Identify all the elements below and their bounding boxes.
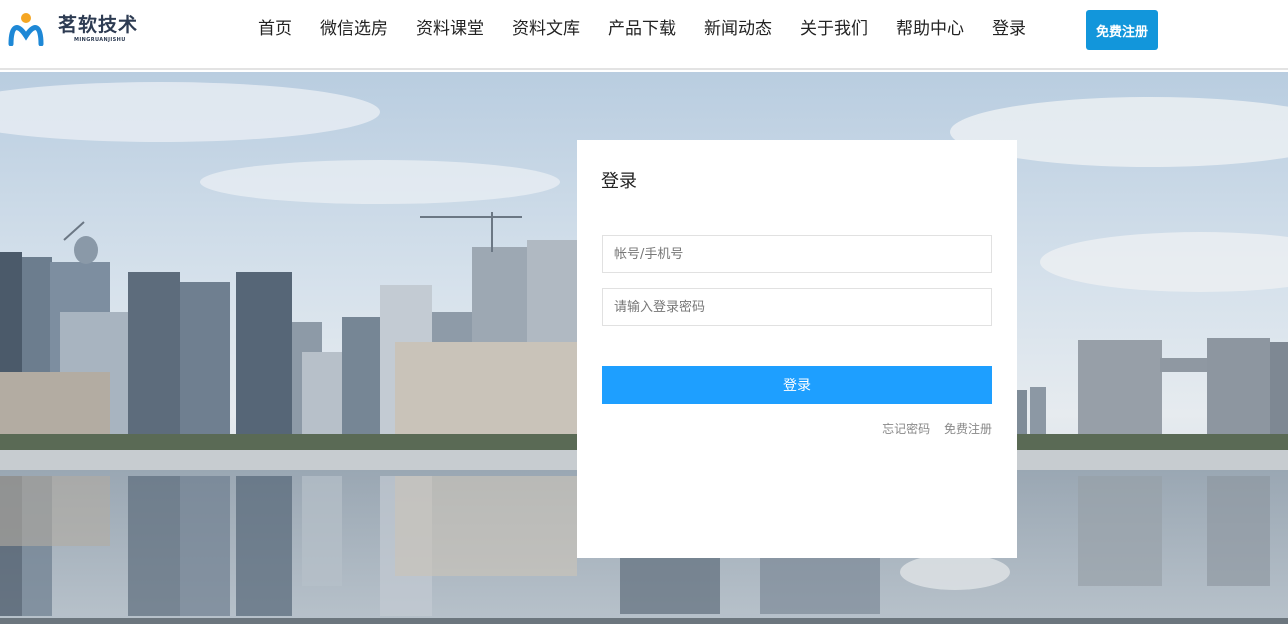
login-card: 登录 登录 忘记密码 免费注册 (577, 140, 1017, 558)
account-input[interactable] (602, 235, 992, 273)
nav-item-library[interactable]: 资料文库 (512, 0, 580, 58)
password-input[interactable] (602, 288, 992, 326)
main-nav: 首页 微信选房 资料课堂 资料文库 产品下载 新闻动态 关于我们 帮助中心 登录 (258, 0, 1054, 58)
login-submit-button[interactable]: 登录 (602, 366, 992, 404)
login-title: 登录 (601, 171, 637, 192)
brand-name: 茗软技术 (58, 14, 139, 36)
brand-name-en: MINGRUANJISHU (74, 37, 126, 43)
nav-item-news[interactable]: 新闻动态 (704, 0, 772, 58)
forgot-password-link[interactable]: 忘记密码 (882, 422, 930, 436)
nav-item-login[interactable]: 登录 (992, 0, 1026, 58)
login-links: 忘记密码 免费注册 (872, 420, 992, 437)
nav-item-wechat-house[interactable]: 微信选房 (320, 0, 388, 58)
register-button[interactable]: 免费注册 (1086, 10, 1158, 50)
brand-logo[interactable]: 茗软技术 MINGRUANJISHU (8, 12, 138, 46)
nav-item-about[interactable]: 关于我们 (800, 0, 868, 58)
nav-item-class[interactable]: 资料课堂 (416, 0, 484, 58)
top-header: 茗软技术 MINGRUANJISHU 首页 微信选房 资料课堂 资料文库 产品下… (0, 0, 1288, 70)
nav-item-help[interactable]: 帮助中心 (896, 0, 964, 58)
register-link[interactable]: 免费注册 (944, 422, 992, 436)
nav-item-home[interactable]: 首页 (258, 0, 292, 58)
nav-item-download[interactable]: 产品下载 (608, 0, 676, 58)
brand-logo-icon (8, 13, 44, 46)
